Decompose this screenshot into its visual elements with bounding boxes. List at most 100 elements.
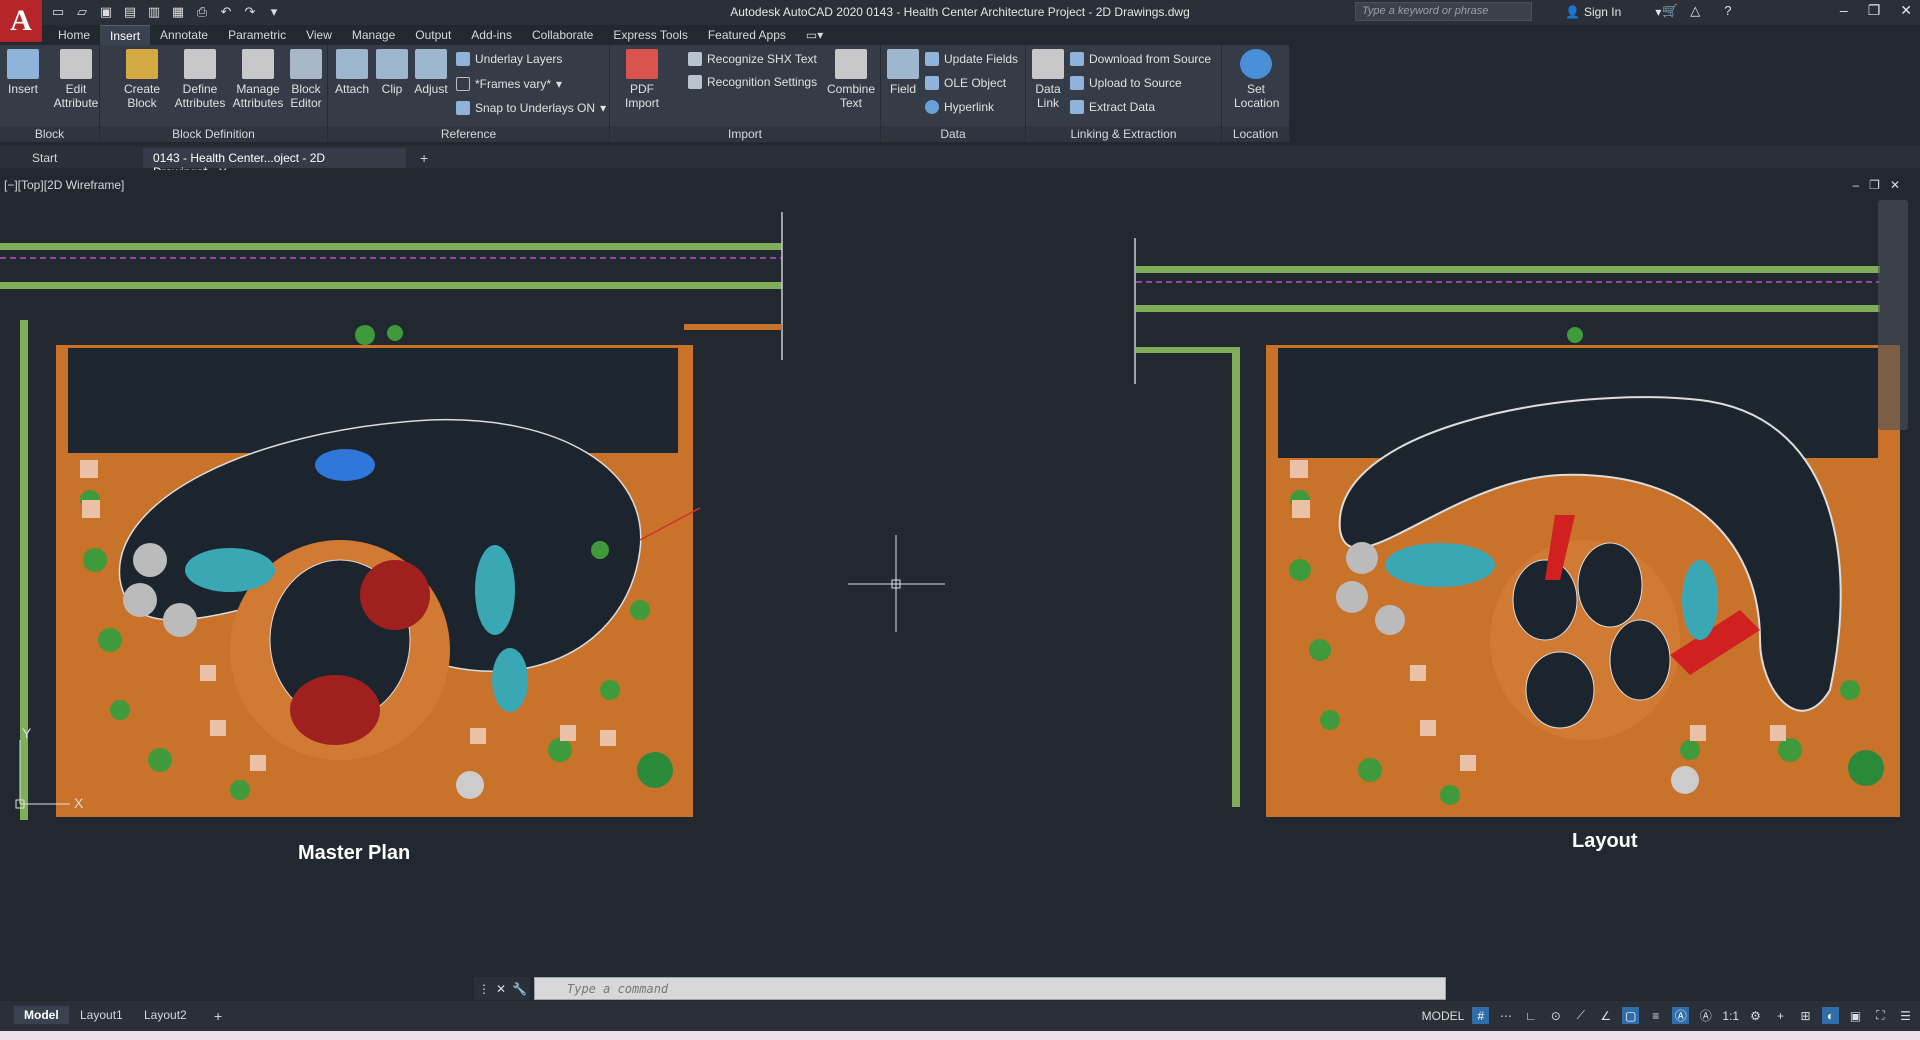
navigation-bar[interactable]: [1878, 200, 1908, 430]
units-icon[interactable]: ⊞: [1797, 1007, 1814, 1024]
extract-data-button[interactable]: Extract Data: [1070, 100, 1155, 114]
save-icon[interactable]: ▣: [96, 2, 116, 22]
new-tab-icon[interactable]: +: [420, 150, 428, 166]
combine-text-button[interactable]: Combine Text: [824, 49, 878, 110]
data-link-icon: [1032, 49, 1064, 79]
annotation-monitor-icon[interactable]: +: [1772, 1007, 1789, 1024]
panel-label-reference[interactable]: Reference: [328, 126, 609, 142]
document-tabs: Start 0143 - Health Center...oject - 2D …: [0, 146, 1920, 179]
tab-annotate[interactable]: Annotate: [150, 25, 218, 45]
upload-source-button[interactable]: Upload to Source: [1070, 76, 1182, 90]
panel-location: Set Location Location: [1222, 45, 1290, 142]
close-icon[interactable]: ✕: [1900, 2, 1912, 19]
set-location-button[interactable]: Set Location: [1234, 49, 1279, 110]
update-fields-button[interactable]: Update Fields: [925, 52, 1018, 66]
restore-icon[interactable]: ❐: [1868, 2, 1881, 19]
model-space-button[interactable]: MODEL: [1422, 1009, 1465, 1023]
tab-view[interactable]: View: [296, 25, 342, 45]
minimize-icon[interactable]: –: [1840, 2, 1848, 19]
save-as-icon[interactable]: ▤: [120, 2, 140, 22]
a360-icon[interactable]: △: [1690, 3, 1700, 19]
workspace-gear-icon[interactable]: ⚙: [1747, 1007, 1764, 1024]
help-icon[interactable]: ?: [1724, 3, 1731, 19]
tab-insert[interactable]: Insert: [100, 25, 151, 45]
tab-active-drawing[interactable]: 0143 - Health Center...oject - 2D Drawin…: [143, 148, 406, 179]
manage-attributes-button[interactable]: Manage Attributes: [230, 49, 286, 110]
underlay-layers-button[interactable]: Underlay Layers: [456, 52, 562, 66]
create-block-button[interactable]: Create Block: [120, 49, 164, 110]
recognize-shx-button[interactable]: Recognize SHX Text: [688, 52, 817, 66]
polar-icon[interactable]: ⊙: [1547, 1007, 1564, 1024]
tab-collaborate[interactable]: Collaborate: [522, 25, 603, 45]
tab-featured-apps[interactable]: Featured Apps: [698, 25, 796, 45]
edit-attribute-button[interactable]: Edit Attribute: [50, 49, 102, 110]
tab-express-tools[interactable]: Express Tools: [603, 25, 697, 45]
hyperlink-button[interactable]: Hyperlink: [925, 100, 994, 114]
tab-home[interactable]: Home: [48, 25, 100, 45]
panel-label-block-definition[interactable]: Block Definition: [100, 126, 327, 142]
clip-button[interactable]: Clip: [370, 49, 414, 96]
grip-icon[interactable]: ⋮: [478, 982, 490, 996]
search-input[interactable]: Type a keyword or phrase: [1355, 2, 1532, 21]
cart-icon[interactable]: 🛒: [1662, 3, 1678, 19]
tab-layout2[interactable]: Layout2: [134, 1006, 197, 1024]
clean-screen-icon[interactable]: ⛶: [1872, 1007, 1889, 1024]
customization-menu-icon[interactable]: ☰: [1897, 1007, 1914, 1024]
isodraft-icon[interactable]: ⟋: [1572, 1007, 1589, 1024]
define-attributes-button[interactable]: Define Attributes: [172, 49, 228, 110]
snap-mode-icon[interactable]: ⋯: [1497, 1007, 1514, 1024]
customize-qat-icon[interactable]: ▾: [264, 2, 284, 22]
tab-addins[interactable]: Add-ins: [461, 25, 522, 45]
clip-label: Clip: [381, 82, 403, 96]
data-link-button[interactable]: Data Link: [1026, 49, 1070, 110]
field-button[interactable]: Field: [881, 49, 925, 96]
recognition-settings-button[interactable]: Recognition Settings: [688, 75, 817, 89]
save-web-icon[interactable]: ▦: [168, 2, 188, 22]
sign-in-button[interactable]: 👤 Sign In ▾: [1565, 5, 1661, 19]
tab-layout1[interactable]: Layout1: [70, 1006, 133, 1024]
adjust-button[interactable]: Adjust: [409, 49, 453, 96]
annotation-visibility-icon[interactable]: Ⓐ: [1672, 1007, 1690, 1024]
open-folder-icon[interactable]: ▱: [72, 2, 92, 22]
snap-underlays-dropdown[interactable]: Snap to Underlays ON ▾: [456, 101, 606, 115]
undo-icon[interactable]: ↶: [216, 2, 236, 22]
combine-text-icon: [835, 49, 867, 79]
ole-object-button[interactable]: OLE Object: [925, 76, 1006, 90]
object-snap-icon[interactable]: ▢: [1622, 1007, 1640, 1024]
hardware-acceleration-icon[interactable]: ▣: [1847, 1007, 1864, 1024]
drawing-canvas[interactable]: [−][Top][2D Wireframe] – ❐ ✕ Y X Master …: [0, 170, 1920, 1000]
tab-manage[interactable]: Manage: [342, 25, 405, 45]
redo-icon[interactable]: ↷: [240, 2, 260, 22]
attach-button[interactable]: Attach: [330, 49, 374, 96]
object-snap-tracking-icon[interactable]: ∠: [1597, 1007, 1614, 1024]
auto-scale-icon[interactable]: Ⓐ: [1697, 1007, 1714, 1024]
frames-vary-dropdown[interactable]: *Frames vary* ▾: [456, 77, 562, 91]
pdf-import-button[interactable]: PDF Import: [620, 49, 664, 110]
panel-label-block[interactable]: Block: [0, 126, 99, 142]
command-input[interactable]: Type a command: [534, 977, 1446, 1000]
field-icon: [887, 49, 919, 79]
isolate-objects-icon[interactable]: ◐: [1822, 1007, 1839, 1024]
grid-icon[interactable]: #: [1472, 1007, 1490, 1024]
download-source-button[interactable]: Download from Source: [1070, 52, 1211, 66]
block-editor-button[interactable]: Block Editor: [284, 49, 328, 110]
ribbon-toggle-icon[interactable]: ▭▾: [796, 25, 833, 45]
clip-icon: [376, 49, 408, 79]
tab-model[interactable]: Model: [14, 1006, 69, 1024]
open-web-icon[interactable]: ▥: [144, 2, 164, 22]
tab-start[interactable]: Start: [22, 148, 140, 168]
wrench-icon[interactable]: 🔧: [512, 982, 527, 996]
insert-button[interactable]: Insert: [1, 49, 45, 96]
ortho-icon[interactable]: ∟: [1522, 1007, 1539, 1024]
tab-parametric[interactable]: Parametric: [218, 25, 296, 45]
lineweight-icon[interactable]: ≡: [1647, 1007, 1664, 1024]
add-layout-icon[interactable]: +: [204, 1006, 232, 1026]
close-icon[interactable]: ✕: [496, 982, 506, 996]
autocad-logo-icon[interactable]: A: [0, 0, 42, 42]
insert-block-icon: [7, 49, 39, 79]
plot-icon[interactable]: ⎙: [192, 2, 212, 22]
annotation-scale[interactable]: 1:1: [1722, 1009, 1739, 1023]
tab-output[interactable]: Output: [405, 25, 461, 45]
recognize-shx-label: Recognize SHX Text: [707, 52, 817, 66]
new-file-icon[interactable]: ▭: [48, 2, 68, 22]
